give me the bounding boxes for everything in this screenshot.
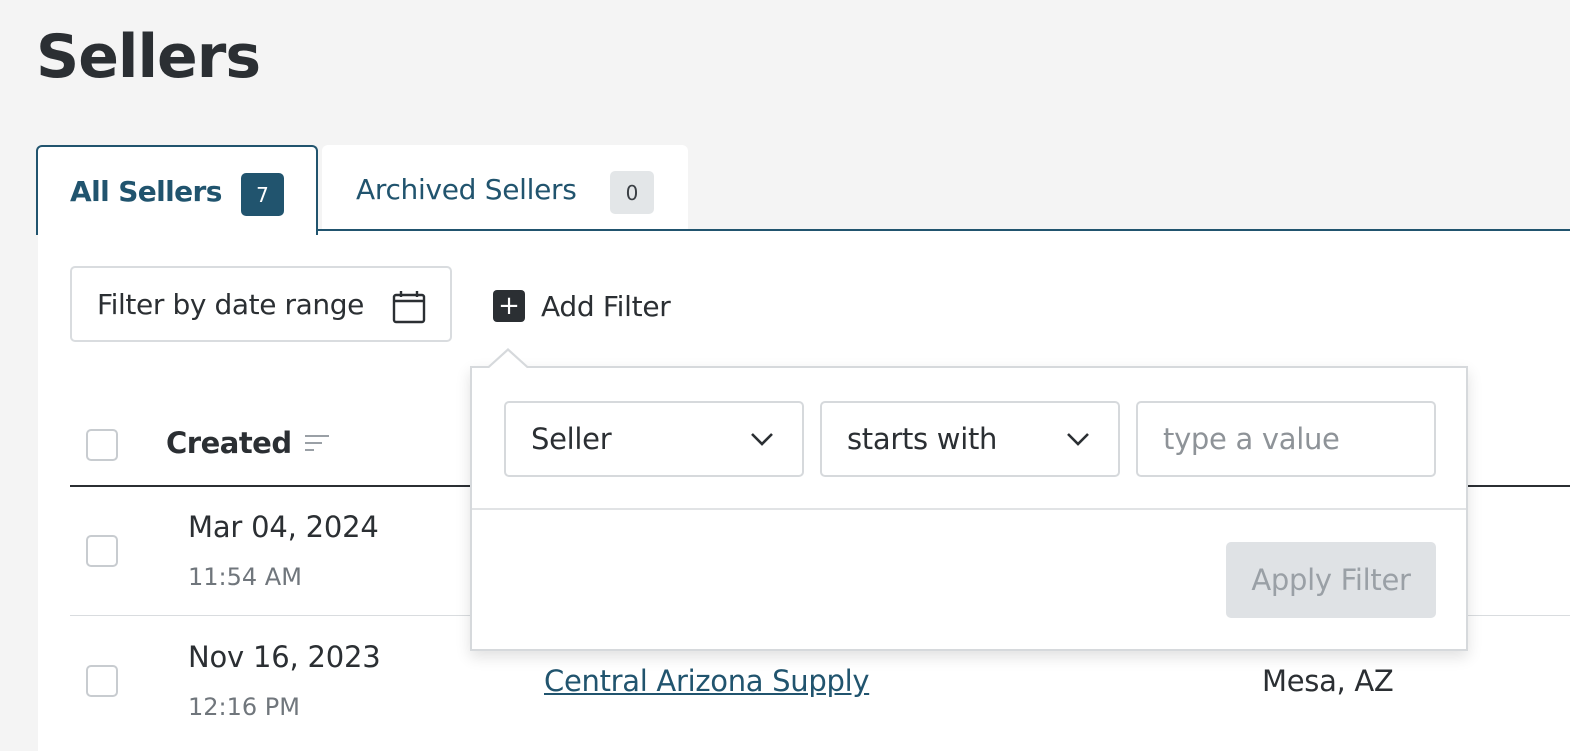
- filter-field-select[interactable]: Seller: [504, 401, 804, 477]
- sort-icon: [304, 435, 329, 451]
- filter-field-value: Seller: [531, 422, 612, 456]
- chevron-down-icon: [1067, 433, 1089, 446]
- seller-location: Mesa, AZ: [1262, 664, 1394, 698]
- column-header-created[interactable]: Created: [166, 426, 330, 460]
- count-badge: 7: [241, 173, 284, 216]
- select-all-checkbox[interactable]: [86, 429, 118, 461]
- row-checkbox[interactable]: [86, 535, 118, 567]
- column-header-label: Created: [166, 426, 292, 460]
- date-range-filter-label: Filter by date range: [97, 287, 364, 321]
- chevron-down-icon: [751, 433, 773, 446]
- row-checkbox[interactable]: [86, 665, 118, 697]
- created-time: 12:16 PM: [188, 693, 300, 721]
- tab-underline: [316, 229, 1570, 231]
- count-badge: 0: [610, 171, 654, 214]
- tab-label: All Sellers: [70, 174, 222, 208]
- created-date: Nov 16, 2023: [188, 640, 381, 674]
- tab-archived-sellers[interactable]: Archived Sellers 0: [322, 145, 688, 233]
- popover-arrow-fill: [488, 351, 528, 369]
- created-date: Mar 04, 2024: [188, 510, 379, 544]
- date-range-filter[interactable]: Filter by date range: [70, 266, 452, 342]
- filter-popover: Seller starts with Apply Filter: [470, 366, 1468, 651]
- popover-divider: [472, 508, 1466, 510]
- filter-value-input[interactable]: [1136, 401, 1436, 477]
- tab-label: Archived Sellers: [356, 172, 577, 206]
- page-title: Sellers: [36, 22, 261, 92]
- filter-operator-value: starts with: [847, 422, 998, 456]
- add-filter-button[interactable]: + Add Filter: [493, 289, 671, 323]
- created-time: 11:54 AM: [188, 563, 302, 591]
- apply-filter-button[interactable]: Apply Filter: [1226, 542, 1436, 618]
- add-filter-label: Add Filter: [541, 289, 671, 323]
- plus-icon: +: [493, 290, 525, 322]
- seller-link[interactable]: Central Arizona Supply: [544, 664, 869, 698]
- calendar-icon: [392, 291, 426, 324]
- tab-all-sellers[interactable]: All Sellers 7: [36, 145, 318, 235]
- filter-operator-select[interactable]: starts with: [820, 401, 1120, 477]
